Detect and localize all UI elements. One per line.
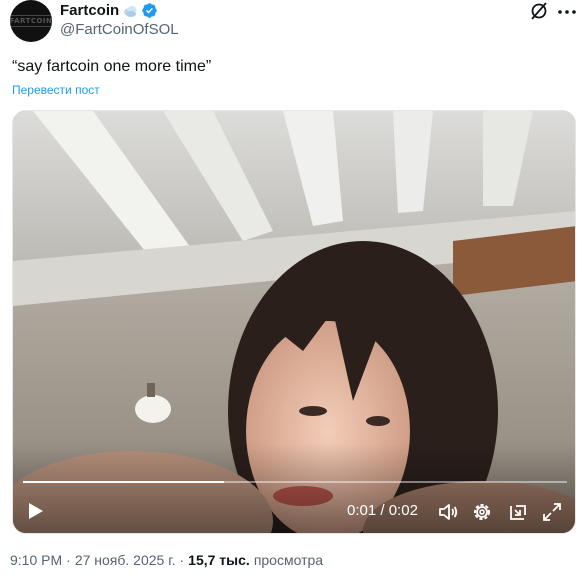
video-progress-fill <box>23 481 225 483</box>
post: FARTCOIN Fartcoin @FartCoinOfSOL “say fa… <box>0 0 586 584</box>
fullscreen-icon[interactable] <box>541 501 563 523</box>
avatar[interactable]: FARTCOIN <box>10 0 52 42</box>
video-progress-bar[interactable] <box>23 481 567 483</box>
settings-gear-icon[interactable] <box>471 501 493 523</box>
post-date[interactable]: 27 нояб. 2025 г. <box>75 552 176 568</box>
video-time: 0:01 / 0:02 <box>347 502 418 519</box>
verified-badge-icon <box>142 3 157 18</box>
post-meta: 9:10 PM · 27 нояб. 2025 г. · 15,7 тыс. п… <box>10 552 323 568</box>
post-time[interactable]: 9:10 PM <box>10 552 62 568</box>
video-time-separator: / <box>380 502 385 519</box>
picture-in-picture-icon[interactable] <box>507 501 529 523</box>
author-display-name[interactable]: Fartcoin <box>60 2 119 19</box>
video-player[interactable]: 0:01 / 0:02 <box>12 110 576 534</box>
video-elapsed: 0:01 <box>347 502 377 519</box>
play-icon[interactable] <box>25 501 45 521</box>
avatar-logo: FARTCOIN <box>10 15 52 27</box>
views-count: 15,7 тыс. <box>188 552 250 568</box>
meta-separator: · <box>179 552 185 568</box>
video-duration: 0:02 <box>388 502 418 519</box>
author-name-row: Fartcoin <box>60 2 158 19</box>
meta-separator: · <box>66 552 71 568</box>
views-label: просмотра <box>253 552 324 568</box>
volume-icon[interactable] <box>437 501 459 523</box>
translate-post-link[interactable]: Перевести пост <box>12 83 100 97</box>
cloud-icon <box>124 5 137 17</box>
tweet-text: “say fartcoin one more time” <box>12 58 212 75</box>
grok-icon[interactable] <box>528 0 550 22</box>
author-handle[interactable]: @FartCoinOfSOL <box>60 21 179 38</box>
more-options-icon[interactable] <box>556 4 578 20</box>
